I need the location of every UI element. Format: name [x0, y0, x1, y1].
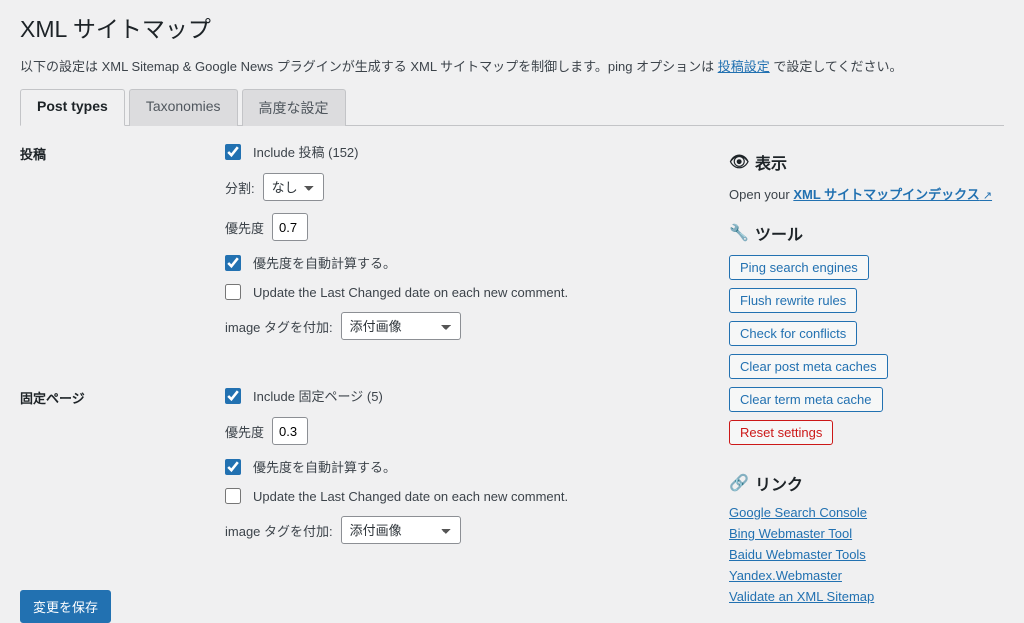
- clear-post-meta-button[interactable]: Clear post meta caches: [729, 354, 888, 379]
- tab-post-types[interactable]: Post types: [20, 89, 125, 126]
- include-pages-label: Include 固定ページ (5): [253, 386, 383, 405]
- autocalc-pages-checkbox[interactable]: [225, 459, 241, 475]
- main-content: 投稿 Include 投稿 (152) 分割: なし 優先度: [20, 142, 709, 623]
- reset-settings-button[interactable]: Reset settings: [729, 420, 833, 445]
- priority-input-pages[interactable]: [272, 417, 308, 445]
- image-select-posts[interactable]: 添付画像: [341, 312, 461, 340]
- open-sitemap-text: Open your XML サイトマップインデックス: [729, 184, 1004, 203]
- save-button[interactable]: 変更を保存: [20, 590, 111, 623]
- sitemap-index-link[interactable]: XML サイトマップインデックス: [793, 187, 992, 202]
- image-select-pages[interactable]: 添付画像: [341, 516, 461, 544]
- clear-term-meta-button[interactable]: Clear term meta cache: [729, 387, 883, 412]
- section-posts-heading: 投稿: [20, 142, 225, 352]
- flush-button[interactable]: Flush rewrite rules: [729, 288, 857, 313]
- posting-settings-link[interactable]: 投稿設定: [718, 59, 770, 74]
- check-conflicts-button[interactable]: Check for conflicts: [729, 321, 857, 346]
- priority-label-pages: 優先度: [225, 422, 264, 441]
- update-pages-checkbox[interactable]: [225, 488, 241, 504]
- desc-text: 以下の設定は XML Sitemap & Google News プラグインが生…: [20, 59, 718, 74]
- include-posts-checkbox[interactable]: [225, 144, 241, 160]
- ping-button[interactable]: Ping search engines: [729, 255, 869, 280]
- section-pages-heading: 固定ページ: [20, 386, 225, 556]
- split-label: 分割:: [225, 178, 255, 197]
- page-description: 以下の設定は XML Sitemap & Google News プラグインが生…: [20, 56, 1004, 75]
- tabs: Post types Taxonomies 高度な設定: [20, 89, 1004, 126]
- link-yandex[interactable]: Yandex.Webmaster: [729, 568, 842, 583]
- sidebar: 👁表示 Open your XML サイトマップインデックス 🔧ツール Ping…: [729, 142, 1004, 623]
- image-label-posts: image タグを付加:: [225, 317, 333, 336]
- wrench-icon: 🔧: [729, 223, 747, 243]
- update-posts-label: Update the Last Changed date on each new…: [253, 285, 568, 300]
- update-posts-checkbox[interactable]: [225, 284, 241, 300]
- link-google[interactable]: Google Search Console: [729, 505, 867, 520]
- split-select[interactable]: なし: [263, 173, 324, 201]
- tab-taxonomies[interactable]: Taxonomies: [129, 89, 238, 126]
- desc-text-after: で設定してください。: [770, 59, 903, 74]
- link-baidu[interactable]: Baidu Webmaster Tools: [729, 547, 866, 562]
- link-icon: 🔗: [729, 473, 747, 493]
- include-posts-label: Include 投稿 (152): [253, 142, 359, 161]
- sidebar-links-heading: 🔗リンク: [729, 471, 1004, 495]
- image-label-pages: image タグを付加:: [225, 521, 333, 540]
- priority-label-posts: 優先度: [225, 218, 264, 237]
- link-bing[interactable]: Bing Webmaster Tool: [729, 526, 852, 541]
- page-title: XML サイトマップ: [20, 10, 1004, 44]
- autocalc-posts-checkbox[interactable]: [225, 255, 241, 271]
- priority-input-posts[interactable]: [272, 213, 308, 241]
- update-pages-label: Update the Last Changed date on each new…: [253, 489, 568, 504]
- autocalc-posts-label: 優先度を自動計算する。: [253, 253, 396, 272]
- include-pages-checkbox[interactable]: [225, 388, 241, 404]
- link-validate[interactable]: Validate an XML Sitemap: [729, 589, 874, 604]
- autocalc-pages-label: 優先度を自動計算する。: [253, 457, 396, 476]
- tab-advanced[interactable]: 高度な設定: [242, 89, 346, 126]
- sidebar-tools-heading: 🔧ツール: [729, 221, 1004, 245]
- sidebar-display-heading: 👁表示: [729, 150, 1004, 174]
- eye-icon: 👁: [729, 152, 747, 172]
